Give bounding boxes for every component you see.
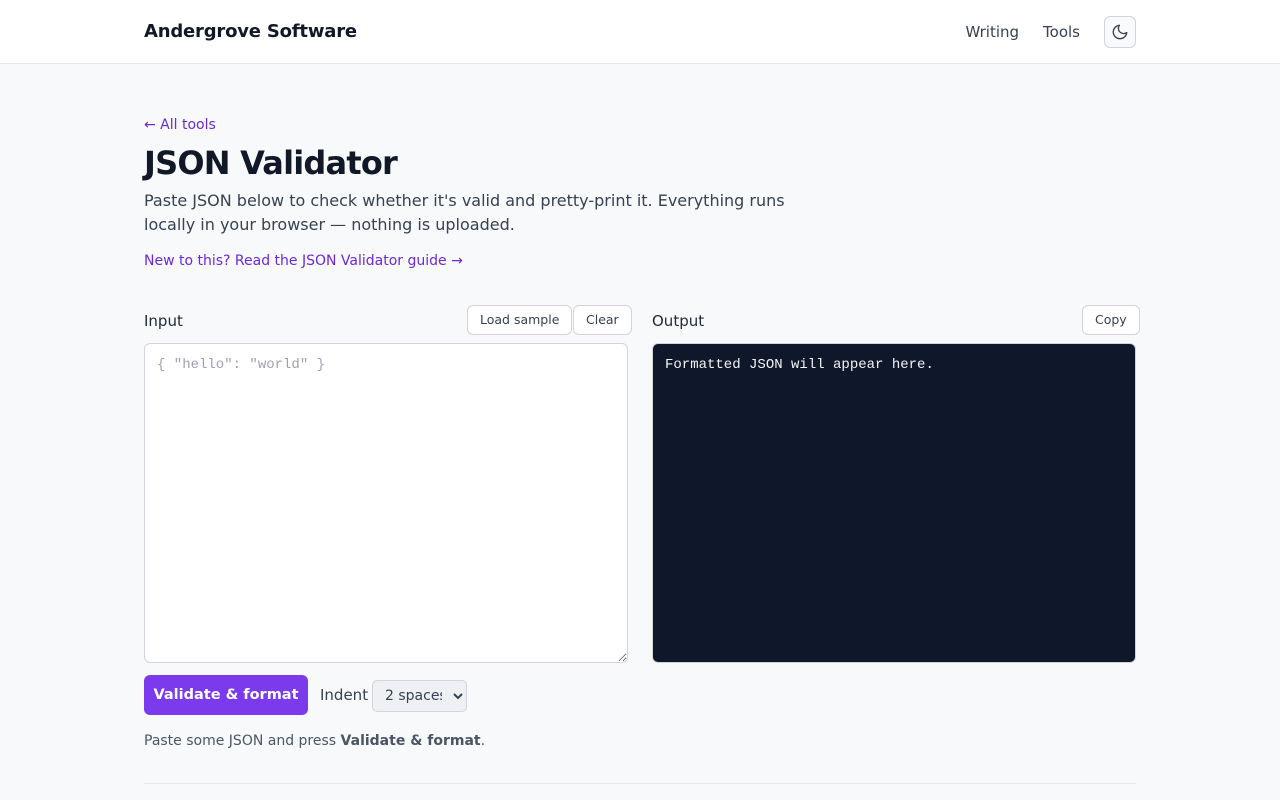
nav-link-tools[interactable]: Tools: [1043, 16, 1080, 48]
moon-icon: [1112, 24, 1128, 40]
validate-format-button[interactable]: Validate & format: [144, 675, 308, 715]
guide-link[interactable]: New to this? Read the JSON Validator gui…: [144, 253, 463, 269]
page-title: JSON Validator: [144, 144, 398, 182]
brand-logo[interactable]: Andergrove Software: [144, 21, 357, 42]
indent-label: Indent: [320, 686, 369, 704]
page-description: Paste JSON below to check whether it's v…: [144, 191, 785, 234]
copy-button[interactable]: Copy: [1082, 305, 1140, 335]
footer-divider: [144, 783, 1136, 784]
status-emphasis: Validate & format: [340, 733, 481, 749]
status-prefix: Paste some JSON and press: [144, 733, 341, 749]
theme-toggle-button[interactable]: [1104, 16, 1136, 48]
nav-link-writing[interactable]: Writing: [965, 16, 1019, 48]
back-to-all-tools-link[interactable]: ← All tools: [144, 117, 216, 133]
indent-select[interactable]: 2 spaces: [372, 680, 467, 712]
json-input[interactable]: [144, 343, 628, 663]
status-message: Paste some JSON and press Validate & for…: [144, 733, 485, 749]
output-label: Output: [652, 312, 705, 330]
top-navigation-bar: Andergrove Software Writing Tools: [0, 0, 1280, 64]
json-output: Formatted JSON will appear here.: [652, 343, 1136, 663]
main-nav: Writing Tools: [965, 16, 1136, 48]
clear-button[interactable]: Clear: [573, 305, 632, 335]
status-suffix: .: [480, 733, 486, 749]
input-label: Input: [144, 312, 183, 330]
load-sample-button[interactable]: Load sample: [467, 305, 573, 335]
